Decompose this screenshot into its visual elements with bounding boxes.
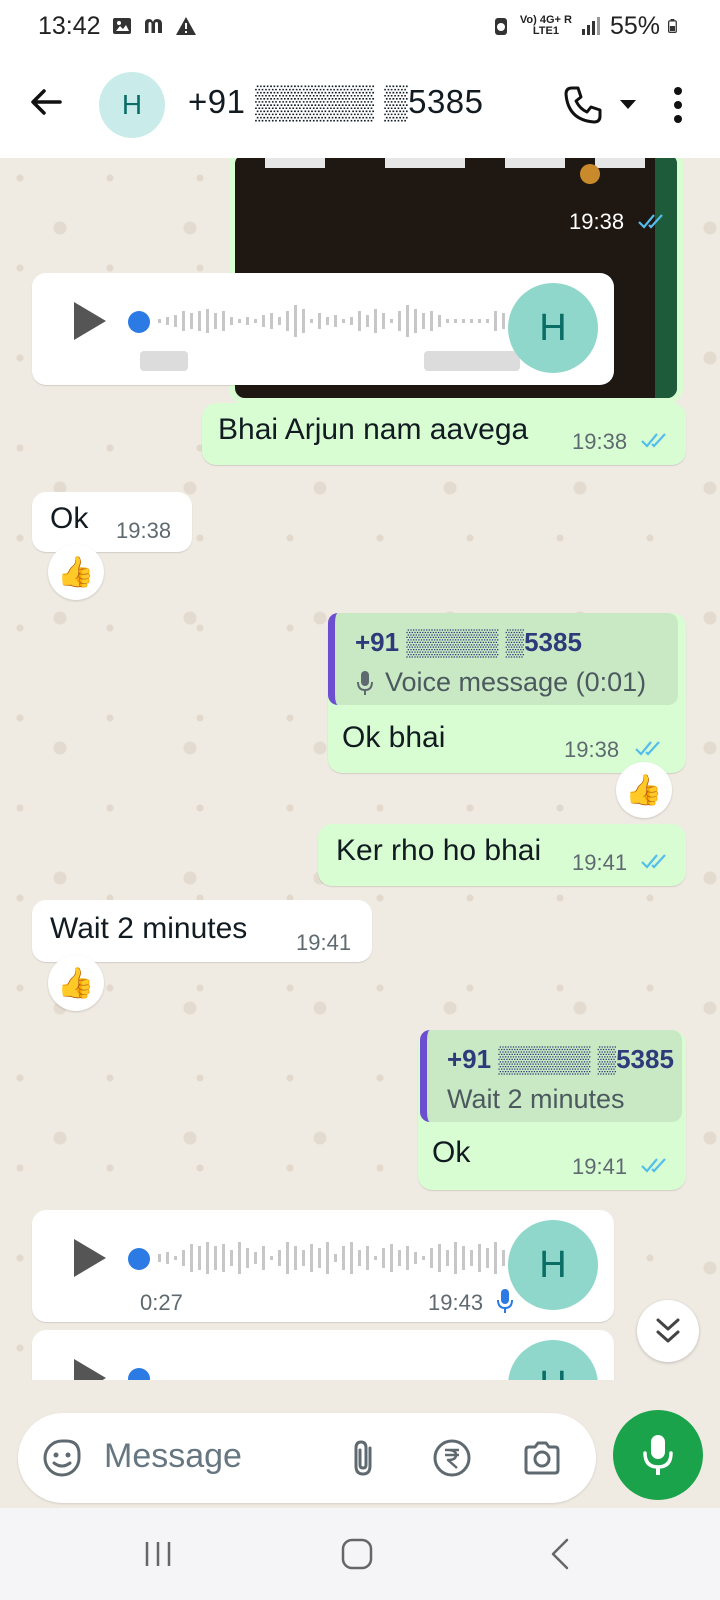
- reaction-thumbs-up[interactable]: 👍: [616, 762, 672, 818]
- outgoing-message[interactable]: Ker rho ho bhai 19:41: [318, 824, 686, 886]
- message-time: 19:41: [572, 850, 628, 875]
- status-left: 13:42: [38, 12, 197, 41]
- mic-icon: [357, 671, 373, 695]
- chat-bottom-mask: [0, 1380, 720, 1406]
- read-ticks-icon: [641, 1158, 666, 1173]
- quoted-message[interactable]: +91 ▒▒▒▒▒ ▒5385 Wait 2 minutes: [420, 1030, 682, 1122]
- incoming-message[interactable]: Wait 2 minutes 19:41: [32, 900, 372, 962]
- double-chevron-down-icon: [656, 1318, 680, 1343]
- read-ticks-icon: [638, 214, 663, 229]
- warning-icon: [175, 17, 196, 35]
- back-nav-icon[interactable]: [541, 1534, 581, 1574]
- quoted-message[interactable]: +91 ▒▒▒▒▒ ▒5385 Voice message (0:01): [328, 613, 678, 705]
- mic-icon: [643, 1435, 673, 1475]
- status-right: Vo) 4G+ R LTE1 55%: [490, 12, 682, 41]
- read-ticks-icon: [641, 433, 666, 448]
- battery-percent: 55%: [609, 11, 660, 40]
- avatar-letter: H: [539, 1243, 567, 1286]
- play-icon[interactable]: [70, 1236, 110, 1280]
- redacted-duration: [140, 351, 188, 371]
- message-time: 19:38: [569, 209, 625, 234]
- message-time: 19:43: [428, 1290, 484, 1315]
- message-text: Bhai Arjun nam aavega: [218, 413, 529, 446]
- quote-text: Voice message (0:01): [385, 667, 647, 697]
- system-nav-bar: [0, 1508, 720, 1600]
- message-time: 19:41: [572, 1154, 628, 1179]
- reply-message[interactable]: +91 ▒▒▒▒▒ ▒5385 Wait 2 minutes Ok 19:41: [418, 1030, 686, 1190]
- status-bar: 13:42 Vo) 4G+ R LTE1 55%: [0, 0, 720, 52]
- mic-icon: [497, 1289, 513, 1313]
- message-composer[interactable]: Message: [18, 1413, 596, 1503]
- avatar-letter: H: [121, 89, 143, 120]
- incoming-message[interactable]: Ok 19:38: [32, 492, 192, 552]
- reply-message[interactable]: +91 ▒▒▒▒▒ ▒5385 Voice message (0:01) Ok …: [328, 613, 686, 773]
- gallery-icon: [112, 18, 131, 34]
- camera-icon[interactable]: [522, 1438, 562, 1478]
- home-icon[interactable]: [337, 1534, 377, 1574]
- media-content: [655, 158, 677, 398]
- quote-text: Wait 2 minutes: [447, 1084, 625, 1114]
- voice-avatar: H: [508, 1220, 598, 1310]
- waveform[interactable]: [156, 291, 512, 351]
- alarm-icon: [494, 18, 507, 35]
- voice-record-button[interactable]: [613, 1410, 703, 1500]
- voice-message[interactable]: 0:27 19:43 H: [32, 1210, 614, 1322]
- message-time: 19:38: [572, 429, 628, 454]
- reaction-thumbs-up[interactable]: 👍: [48, 955, 104, 1011]
- message-text: Wait 2 minutes: [50, 912, 248, 945]
- playback-knob[interactable]: [128, 311, 150, 333]
- message-text: Ok: [50, 502, 89, 535]
- status-time: 13:42: [38, 11, 101, 40]
- attach-icon[interactable]: [344, 1438, 384, 1478]
- message-input[interactable]: Message: [104, 1437, 242, 1476]
- voice-message[interactable]: H: [32, 273, 614, 385]
- redacted-time: [424, 351, 520, 371]
- media-content: [265, 158, 325, 168]
- m-app-icon: [144, 19, 162, 33]
- read-ticks-icon: [641, 854, 666, 869]
- network-indicator: Vo) 4G+ R LTE1: [520, 15, 572, 37]
- reaction-thumbs-up[interactable]: 👍: [48, 544, 104, 600]
- message-time: 19:38: [564, 737, 620, 762]
- message-time: 19:41: [296, 930, 352, 955]
- outgoing-message[interactable]: Bhai Arjun nam aavega 19:38: [202, 403, 686, 465]
- chat-header: H +91 ▒▒▒▒▒ ▒5385: [0, 52, 720, 158]
- quote-sender: +91 ▒▒▒▒▒ ▒5385: [355, 627, 582, 657]
- more-vert-icon[interactable]: [668, 84, 688, 126]
- rupee-icon[interactable]: [432, 1438, 472, 1478]
- recent-apps-icon[interactable]: [138, 1534, 178, 1574]
- voice-duration: 0:27: [140, 1290, 183, 1315]
- quote-sender: +91 ▒▒▒▒▒ ▒5385: [447, 1044, 674, 1074]
- media-content: [385, 158, 465, 168]
- battery-icon: [668, 19, 677, 33]
- scroll-to-bottom-button[interactable]: [637, 1300, 699, 1362]
- back-arrow-icon[interactable]: [26, 82, 66, 122]
- network-bottom-label: LTE1: [532, 25, 559, 37]
- message-text: Ok: [432, 1136, 471, 1169]
- media-content: [580, 164, 600, 184]
- playback-knob[interactable]: [128, 1248, 150, 1270]
- contact-avatar[interactable]: H: [99, 72, 165, 138]
- phone-icon[interactable]: [562, 84, 604, 126]
- contact-name[interactable]: +91 ▒▒▒▒▒ ▒5385: [188, 83, 484, 121]
- signal-icon: [581, 17, 600, 35]
- media-content: [595, 158, 645, 168]
- message-text: Ker rho ho bhai: [336, 834, 542, 867]
- message-time: 19:38: [116, 518, 172, 543]
- read-ticks-icon: [635, 741, 660, 756]
- waveform[interactable]: [156, 1228, 512, 1288]
- play-icon[interactable]: [70, 299, 110, 343]
- avatar-letter: H: [539, 306, 567, 349]
- sticker-icon[interactable]: [42, 1438, 82, 1478]
- voice-avatar: H: [508, 283, 598, 373]
- chevron-down-icon[interactable]: [618, 96, 638, 112]
- chat-area[interactable]: 19:38 H Bhai Arjun nam aavega 19:38 Ok 1…: [0, 158, 720, 1406]
- message-text: Ok bhai: [342, 721, 446, 754]
- media-content: [505, 158, 565, 168]
